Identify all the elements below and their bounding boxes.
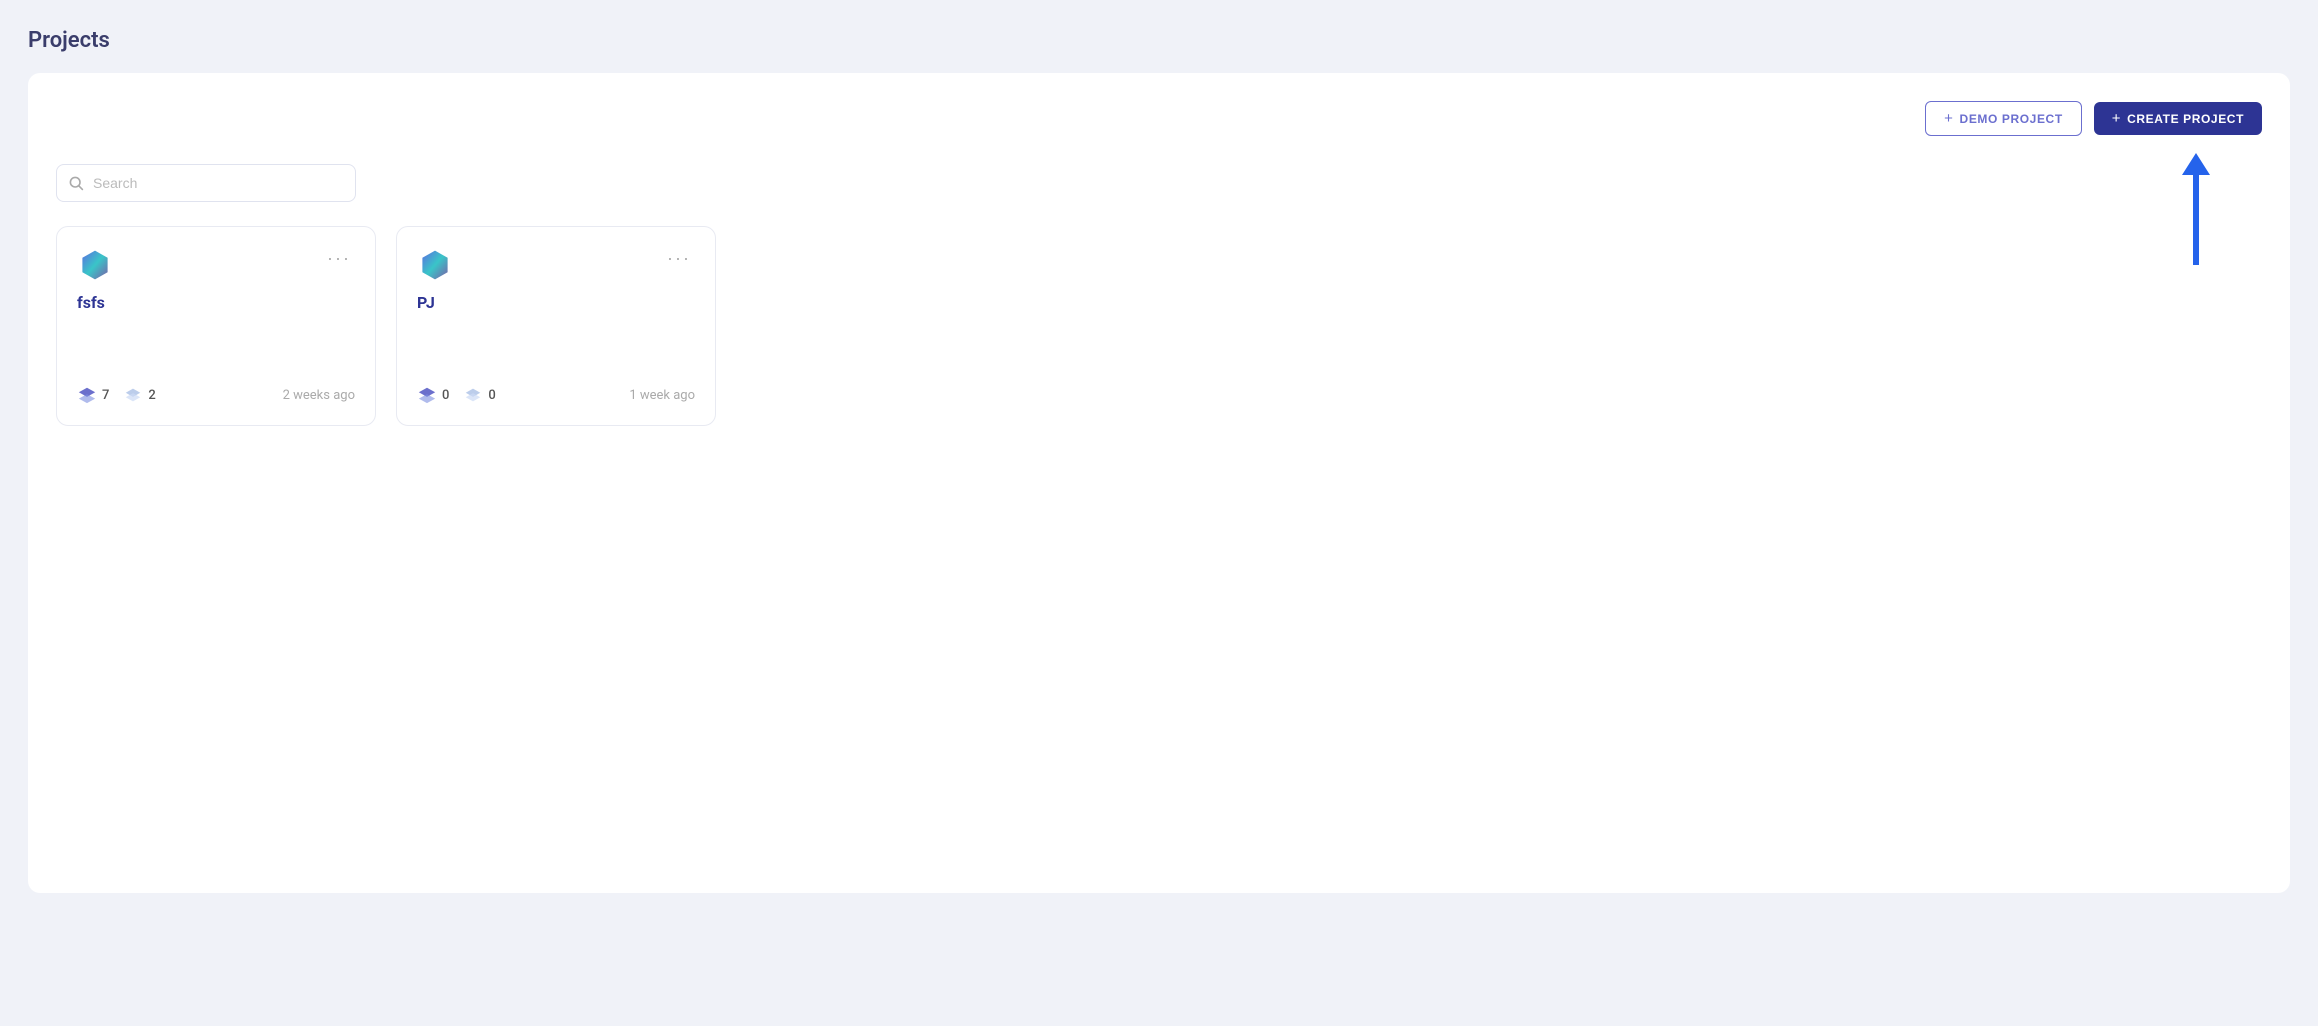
search-input-wrapper: [56, 164, 356, 202]
demo-plus-icon: +: [1944, 110, 1953, 127]
demo-project-button[interactable]: + DEMO PROJECT: [1925, 101, 2082, 136]
projects-grid: ··· fsfs 7 2: [56, 226, 2262, 426]
main-container: + DEMO PROJECT + CREATE PROJECT: [28, 73, 2290, 893]
layers-icon: [77, 385, 97, 405]
stacks-icon: [123, 385, 143, 405]
search-input[interactable]: [56, 164, 356, 202]
project-hex-icon: [417, 247, 453, 283]
stacks-stat: 0: [463, 385, 495, 405]
arrow-pointer-annotation: [2182, 153, 2210, 265]
demo-project-label: DEMO PROJECT: [1960, 112, 2063, 126]
layers-count: 7: [102, 388, 109, 403]
more-options-button[interactable]: ···: [323, 247, 355, 269]
page-title: Projects: [28, 28, 2290, 53]
more-options-button[interactable]: ···: [663, 247, 695, 269]
project-hex-icon: [77, 247, 113, 283]
create-project-button[interactable]: + CREATE PROJECT: [2094, 102, 2262, 135]
create-plus-icon: +: [2112, 110, 2121, 127]
layers-count: 0: [442, 388, 449, 403]
stacks-stat: 2: [123, 385, 155, 405]
card-bottom: 0 0 1 week ago: [417, 385, 695, 405]
search-icon: [68, 175, 84, 191]
project-name: fsfs: [77, 293, 355, 312]
create-project-label: CREATE PROJECT: [2127, 112, 2244, 126]
project-name: PJ: [417, 293, 695, 312]
stacks-count: 0: [488, 388, 495, 403]
project-timestamp: 1 week ago: [629, 388, 695, 403]
search-row: [56, 164, 2262, 202]
layers-icon: [417, 385, 437, 405]
card-bottom: 7 2 2 weeks ago: [77, 385, 355, 405]
project-timestamp: 2 weeks ago: [283, 388, 355, 403]
stacks-count: 2: [148, 388, 155, 403]
card-top: ···: [77, 247, 355, 283]
card-top: ···: [417, 247, 695, 283]
top-bar: + DEMO PROJECT + CREATE PROJECT: [56, 101, 2262, 136]
stacks-icon: [463, 385, 483, 405]
project-card[interactable]: ··· PJ 0 0: [396, 226, 716, 426]
project-card[interactable]: ··· fsfs 7 2: [56, 226, 376, 426]
layers-stat: 7: [77, 385, 109, 405]
layers-stat: 0: [417, 385, 449, 405]
